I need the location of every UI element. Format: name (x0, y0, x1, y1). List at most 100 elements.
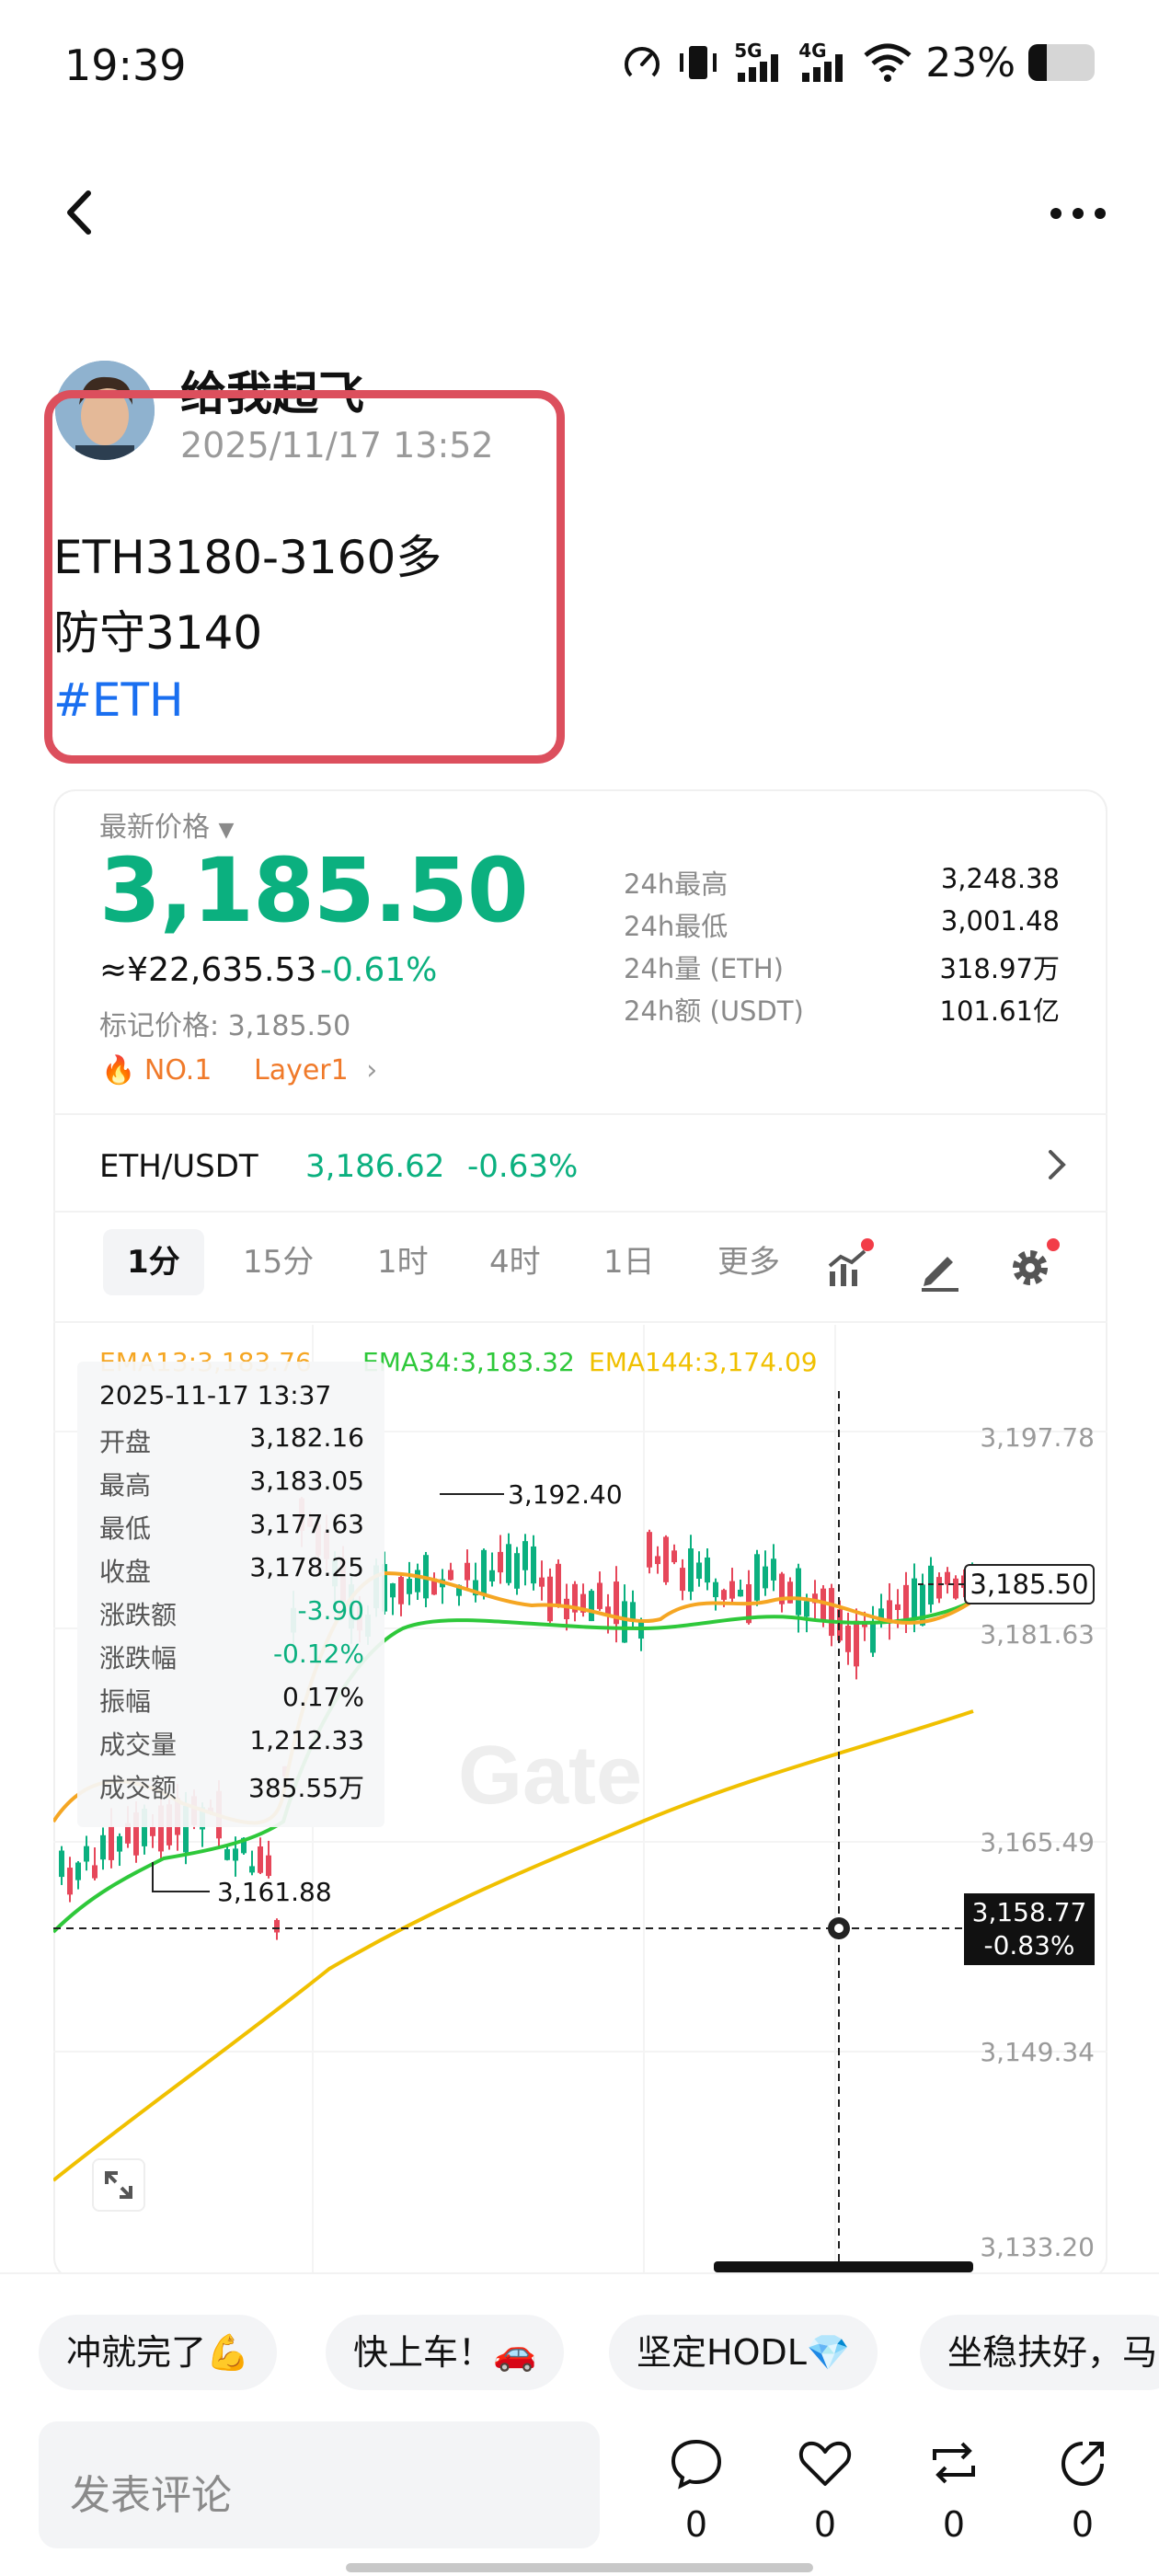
candle-body (903, 1584, 909, 1623)
signal-4g-icon: 4G (798, 40, 850, 86)
mark-price: 标记价格: 3,185.50 (99, 1010, 351, 1042)
candle-body (655, 1556, 660, 1565)
divider (53, 1321, 1107, 1323)
highlight-annotation-box (44, 390, 565, 764)
candle-body (92, 1865, 98, 1879)
status-time: 19:39 (64, 40, 187, 90)
candle-body (796, 1568, 801, 1616)
pair-detail-button[interactable] (1043, 1146, 1071, 1183)
candle-body (100, 1834, 106, 1860)
candle-body (820, 1588, 826, 1622)
candle-body (481, 1549, 487, 1596)
more-icon (1050, 208, 1106, 219)
chart-settings-button[interactable] (1006, 1238, 1060, 1292)
info-value: 3,178.25 (249, 1552, 364, 1582)
candle-body (448, 1570, 453, 1581)
candle-body (522, 1541, 528, 1570)
candle-body (249, 1866, 255, 1873)
chevron-right-icon: › (366, 1054, 378, 1087)
candle-body (705, 1557, 710, 1583)
comment-icon (671, 2439, 722, 2490)
rank-tag[interactable]: 🔥 NO.1 (101, 1054, 212, 1087)
info-value: -3.90 (297, 1595, 364, 1626)
battery-percent: 23% (925, 39, 1016, 86)
info-label: 最高 (99, 1470, 152, 1501)
like-count: 0 (813, 2504, 837, 2545)
pencil-icon (922, 1257, 958, 1292)
notification-dot (861, 1238, 874, 1251)
candle-body (895, 1604, 901, 1610)
candle-body (506, 1544, 511, 1583)
tab-4h[interactable]: 4时 (489, 1229, 541, 1295)
comment-count: 0 (684, 2504, 708, 2545)
fullscreen-button[interactable] (92, 2158, 145, 2212)
candle-body (266, 1855, 271, 1877)
indicator-icon (828, 1249, 866, 1286)
tab-15m[interactable]: 15分 (243, 1229, 314, 1295)
candle-body (713, 1581, 718, 1598)
high-annotation: 3,192.40 (508, 1479, 623, 1510)
current-price-tag: 3,185.50 (964, 1564, 1095, 1604)
tab-1d[interactable]: 1日 (603, 1229, 655, 1295)
chevron-left-icon (67, 190, 91, 235)
candle-body (150, 1826, 155, 1836)
candle-body (390, 1583, 396, 1598)
heart-icon (798, 2441, 852, 2486)
comment-button[interactable] (668, 2434, 725, 2491)
battery-icon (1028, 44, 1095, 81)
candle-body (754, 1554, 760, 1601)
candle-body (721, 1590, 727, 1600)
chevron-right-icon (1049, 1150, 1066, 1179)
share-icon (1061, 2442, 1104, 2487)
share-button[interactable] (1054, 2434, 1111, 2491)
info-label: 振幅 (99, 1686, 152, 1717)
stat-value: 3,248.38 (940, 863, 1060, 894)
status-icons: 5G 4G 23% (622, 37, 1095, 88)
low-annotation-leader (152, 1862, 210, 1892)
repost-count: 0 (942, 2504, 966, 2545)
candle-body (854, 1620, 859, 1667)
y-axis-label: 3,149.34 (980, 2037, 1095, 2067)
tab-more[interactable]: 更多 (717, 1229, 780, 1295)
indicator-button[interactable] (824, 1238, 874, 1292)
quick-reply-chip[interactable]: 坚定HODL💎 (609, 2315, 878, 2390)
draw-button[interactable] (916, 1244, 964, 1292)
notification-dot (1047, 1238, 1060, 1251)
like-button[interactable] (797, 2434, 854, 2491)
wifi-icon (864, 43, 912, 82)
stat-label: 24h最低 (624, 911, 729, 942)
category-tag-text: Layer1 (254, 1054, 349, 1087)
pair-name[interactable]: ETH/USDT (99, 1148, 258, 1185)
candle-body (845, 1626, 851, 1652)
candle-body (498, 1551, 503, 1573)
price-change: -0.61% (320, 951, 438, 989)
candle-body (531, 1546, 536, 1584)
tab-1m[interactable]: 1分 (103, 1229, 204, 1295)
crosshair-change: -0.83% (983, 1930, 1075, 1961)
quick-reply-chip[interactable]: 快上车！🚗 (326, 2315, 565, 2390)
candle-body (912, 1578, 917, 1619)
ema34-label: EMA34:3,183.32 (362, 1347, 575, 1377)
repost-icon (933, 2442, 975, 2484)
quick-reply-chip[interactable]: 冲就完了💪 (39, 2315, 278, 2390)
back-button[interactable] (55, 180, 110, 245)
home-indicator[interactable] (346, 2563, 813, 2572)
candle-body (489, 1570, 495, 1581)
quick-reply-chip[interactable]: 坐稳扶好，马 (920, 2315, 1159, 2390)
share-count: 0 (1071, 2504, 1095, 2545)
repost-button[interactable] (925, 2434, 982, 2491)
candle-body (771, 1558, 776, 1581)
candle-body (398, 1577, 404, 1604)
candle-body (84, 1846, 89, 1862)
tab-1h[interactable]: 1时 (377, 1229, 429, 1295)
candle-body (663, 1536, 669, 1582)
candle-body (547, 1576, 553, 1622)
candle-body (945, 1571, 950, 1585)
candle-body (67, 1868, 73, 1895)
category-tag[interactable]: Layer1 › (254, 1054, 377, 1087)
info-label: 涨跌幅 (99, 1643, 178, 1673)
stat-value: 101.61亿 (939, 995, 1060, 1027)
info-label: 成交量 (99, 1730, 178, 1760)
speed-icon (625, 47, 660, 82)
more-button[interactable] (1041, 190, 1115, 236)
